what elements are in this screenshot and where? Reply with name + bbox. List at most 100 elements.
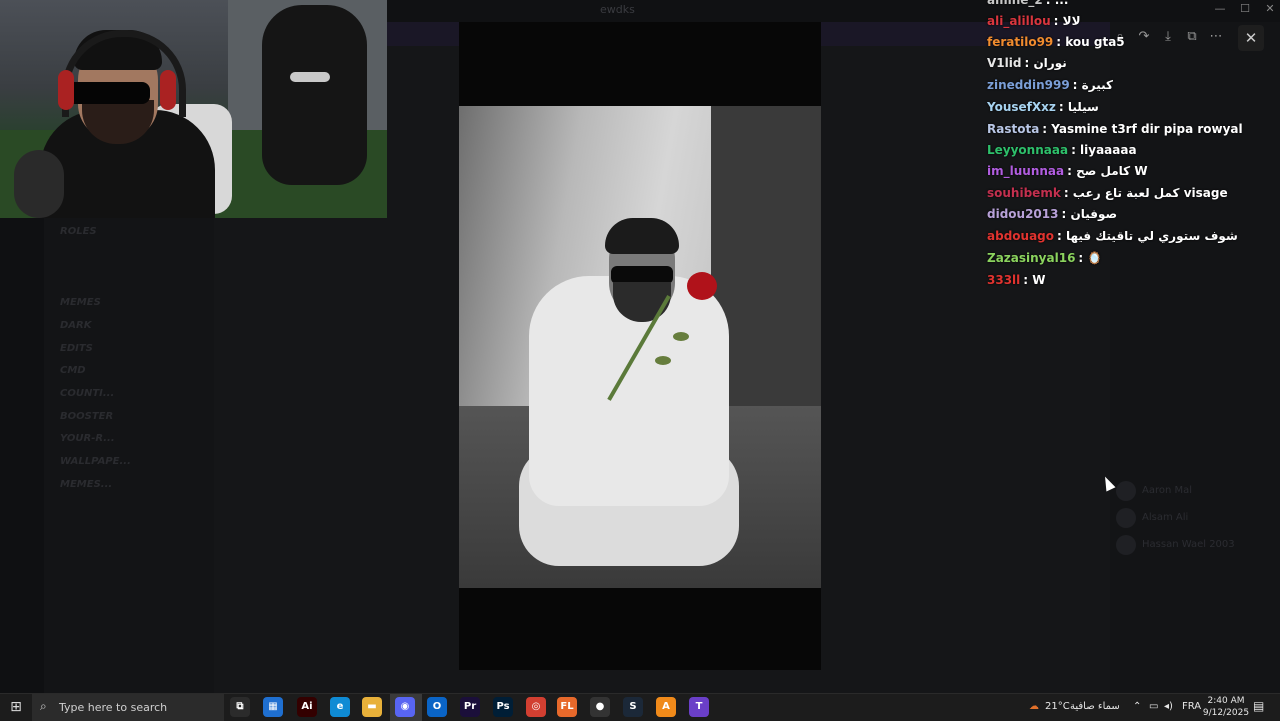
aimp-icon[interactable]: A <box>656 697 676 717</box>
bg-channel: YOUR-R... <box>60 433 115 444</box>
avatar <box>1116 508 1136 528</box>
chat-message: Rastota: Yasmine t3rf dir pipa rowyal <box>987 122 1243 136</box>
chat-message: YousefXxz: سيليا <box>987 100 1099 114</box>
network-icon[interactable]: ▭ <box>1149 701 1158 712</box>
chat-text: : كمل لعبة تاع رعب visage <box>1063 186 1228 200</box>
chat-text: : كامل صح W <box>1067 164 1148 178</box>
chat-username: amine_2 <box>987 0 1043 7</box>
bg-member: Hassan Wael 2003 <box>1142 539 1235 550</box>
chat-message: amine_2: ... <box>987 0 1068 7</box>
close-icon[interactable]: ✕ <box>1238 25 1264 51</box>
bg-channel: MEMES... <box>60 479 113 490</box>
chat-message: im_luunnaa: كامل صح W <box>987 164 1148 178</box>
chat-username: abdouago <box>987 229 1054 243</box>
windows-start-icon[interactable]: ⊞ <box>4 696 28 718</box>
premiere-icon[interactable]: Pr <box>460 697 480 717</box>
photo-hair <box>605 218 679 254</box>
search-icon: ⌕ <box>40 699 47 713</box>
chat-username: 333ll <box>987 273 1021 287</box>
minimize-icon[interactable]: — <box>1208 2 1232 15</box>
chat-message: abdouago: شوف ستوري لي تاقيتك فيها <box>987 229 1238 243</box>
webcam-feed <box>0 0 387 218</box>
explorer-icon[interactable]: ▬ <box>362 697 382 717</box>
volume-icon[interactable]: ◂) <box>1164 701 1173 712</box>
bg-channel: CMD <box>60 365 86 376</box>
bg-channel: ROLES <box>60 226 97 237</box>
window-close-icon[interactable]: ✕ <box>1258 2 1280 15</box>
weather-desc[interactable]: سماء صافية <box>1070 701 1120 712</box>
bg-member: Aaron Mal <box>1142 485 1193 496</box>
headset-cup <box>58 70 74 110</box>
clock-date: 9/12/2025 <box>1202 708 1250 718</box>
chat-username: Leyyonnaaa <box>987 143 1069 157</box>
chat-text: : 🪞 <box>1078 251 1103 265</box>
notification-icon[interactable]: ▤ <box>1253 699 1264 713</box>
bg-channel: MEMES <box>60 297 101 308</box>
chat-message: souhibemk: كمل لعبة تاع رعب visage <box>987 186 1228 200</box>
chat-username: ali_alillou <box>987 14 1051 28</box>
rose-leaf <box>673 332 689 341</box>
chat-text: : صوفيان <box>1061 207 1118 221</box>
chat-message: feratilo99: kou gta5 <box>987 35 1125 49</box>
download-icon[interactable]: ⤓ <box>1157 27 1179 47</box>
taskbar-search-box[interactable]: ⌕ Type here to search <box>32 694 224 721</box>
chat-username: Zazasinyal16 <box>987 251 1076 265</box>
maximize-icon[interactable]: ☐ <box>1233 2 1257 15</box>
viewed-photo[interactable] <box>459 106 821 588</box>
photoshop-icon[interactable]: Ps <box>493 697 513 717</box>
chat-text: : Yasmine t3rf dir pipa rowyal <box>1042 122 1243 136</box>
chat-message: didou2013: صوفيان <box>987 207 1117 221</box>
chat-username: im_luunnaa <box>987 164 1065 178</box>
steam-icon[interactable]: S <box>623 697 643 717</box>
store-icon[interactable]: ▦ <box>263 697 283 717</box>
chat-message: ali_alillou: لالا <box>987 14 1081 28</box>
taskbar-clock[interactable]: 2:40 AM 9/12/2025 <box>1198 695 1254 719</box>
motorcycle <box>262 5 367 185</box>
chrome-icon[interactable]: ◎ <box>526 697 546 717</box>
bg-channel: COUNTI... <box>60 388 115 399</box>
chat-text: : W <box>1023 273 1046 287</box>
chat-username: feratilo99 <box>987 35 1054 49</box>
open-external-icon[interactable]: ⧉ <box>1181 27 1203 47</box>
chat-username: zineddin999 <box>987 78 1070 92</box>
chat-message: 333ll: W <box>987 273 1046 287</box>
background-title: ewdks <box>600 3 635 16</box>
chat-text: : لالا <box>1053 14 1081 28</box>
avatar <box>1116 481 1136 501</box>
clock-time: 2:40 AM <box>1207 696 1245 706</box>
illustrator-icon[interactable]: Ai <box>297 697 317 717</box>
bg-member: Alsam Ali <box>1142 512 1189 523</box>
bg-channel: DARK <box>60 320 92 331</box>
weather-icon[interactable]: ☁ <box>1029 701 1039 712</box>
chat-message: Leyyonnaaa: liyaaaaa <box>987 143 1137 157</box>
chat-message: zineddin999: كبيرة <box>987 78 1113 92</box>
task-view-icon[interactable]: ⧉ <box>230 697 250 717</box>
chat-text: : ... <box>1045 0 1069 7</box>
rose-leaf <box>655 356 671 365</box>
twitch-chat-icon[interactable]: T <box>689 697 709 717</box>
chat-text: : liyaaaaa <box>1071 143 1137 157</box>
chat-message: V1lid: نوران <box>987 56 1067 70</box>
outlook-icon[interactable]: O <box>427 697 447 717</box>
chat-username: souhibemk <box>987 186 1061 200</box>
chat-text: : كبيرة <box>1072 78 1113 92</box>
obs-icon[interactable]: ● <box>590 697 610 717</box>
taskbar: ⊞ ⌕ Type here to search ⧉ ▦ Ai e ▬ ◉ O Pr Ps ◎ FL ●… <box>0 693 1280 721</box>
bg-channel: BOOSTER <box>60 411 114 422</box>
fl-studio-icon[interactable]: FL <box>557 697 577 717</box>
weather-temp[interactable]: 21°C <box>1045 701 1070 712</box>
headset-cup <box>160 70 176 110</box>
forward-icon[interactable]: ↷ <box>1133 27 1155 47</box>
more-icon[interactable]: ⋯ <box>1205 27 1227 47</box>
chat-username: didou2013 <box>987 207 1059 221</box>
discord-icon[interactable]: ◉ <box>395 697 415 717</box>
bg-channel: WALLPAPE... <box>60 456 131 467</box>
search-placeholder: Type here to search <box>59 701 168 714</box>
background-server-list <box>0 218 44 693</box>
avatar <box>1116 535 1136 555</box>
chat-text: : نوران <box>1024 56 1067 70</box>
chat-username: V1lid <box>987 56 1022 70</box>
bg-channel: EDITS <box>60 343 93 354</box>
chevron-up-icon[interactable]: ⌃ <box>1133 701 1141 712</box>
edge-icon[interactable]: e <box>330 697 350 717</box>
